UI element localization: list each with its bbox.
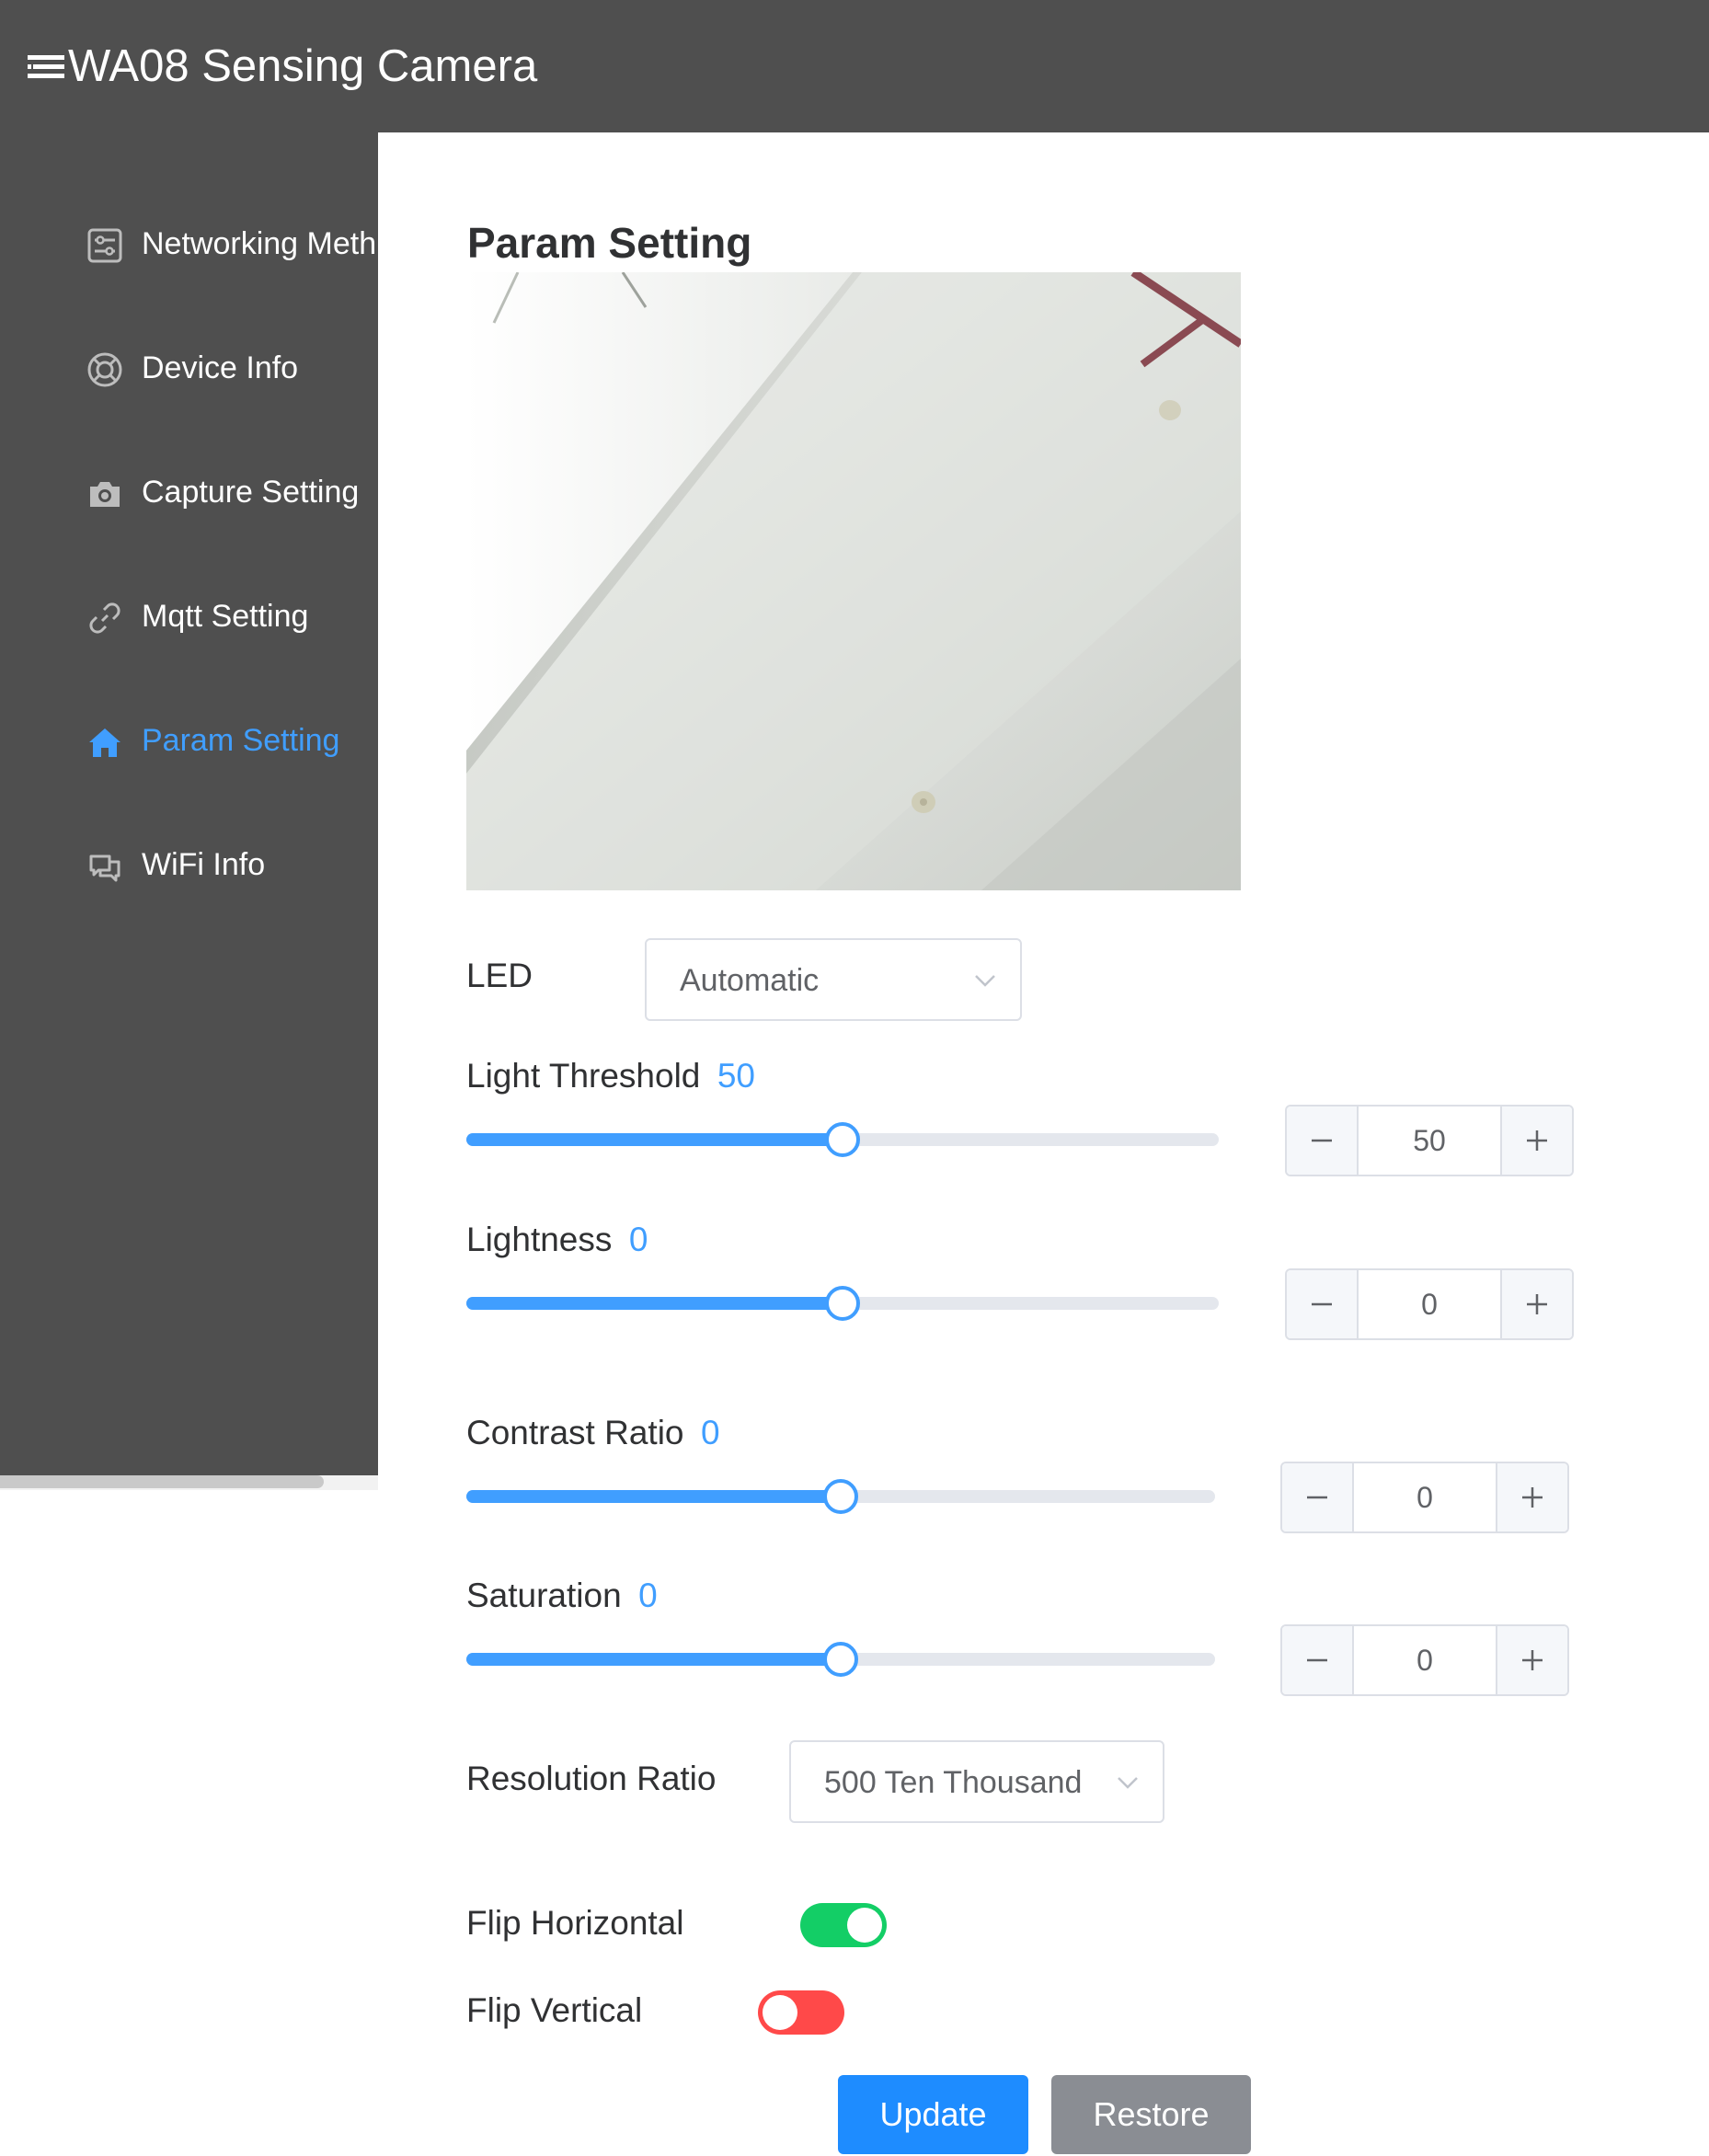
update-button[interactable]: Update	[838, 2075, 1028, 2154]
page-title: Param Setting	[467, 219, 752, 267]
plus-icon	[1527, 1130, 1547, 1151]
camera-icon	[90, 482, 120, 507]
decrement-button[interactable]	[1282, 1626, 1354, 1694]
increment-button[interactable]	[1496, 1626, 1567, 1694]
contrast-ratio-value: 0	[700, 1414, 720, 1451]
contrast-ratio-stepper[interactable]	[1280, 1462, 1569, 1533]
plus-icon	[1527, 1294, 1547, 1314]
settings-panel-icon	[87, 228, 122, 263]
light-threshold-slider-thumb[interactable]	[825, 1122, 860, 1157]
hamburger-menu-icon[interactable]	[28, 53, 64, 81]
contrast-ratio-input[interactable]	[1354, 1463, 1496, 1531]
sidebar-item-capture-setting[interactable]: Capture Setting	[0, 445, 378, 537]
sidebar-item-label: Networking Meth	[142, 226, 377, 261]
lightness-stepper[interactable]	[1285, 1268, 1574, 1340]
led-label: LED	[466, 957, 533, 994]
increment-button[interactable]	[1500, 1270, 1572, 1338]
sidebar-item-label: WiFi Info	[142, 847, 266, 882]
increment-button[interactable]	[1500, 1107, 1572, 1175]
switch-knob	[763, 1995, 797, 2030]
flip-horizontal-label: Flip Horizontal	[466, 1904, 684, 1942]
chat-bubbles-icon	[89, 854, 120, 882]
light-threshold-label-row: Light Threshold 50	[466, 1054, 755, 1098]
decrement-button[interactable]	[1287, 1107, 1359, 1175]
resolution-ratio-label: Resolution Ratio	[466, 1760, 717, 1797]
sidebar-item-param-setting[interactable]: Param Setting	[0, 694, 378, 786]
light-threshold-value: 50	[717, 1057, 755, 1095]
slider-fill	[466, 1653, 841, 1666]
minus-icon	[1307, 1496, 1327, 1499]
slider-fill	[466, 1133, 843, 1146]
contrast-ratio-label: Contrast Ratio	[466, 1414, 684, 1451]
sidebar-scrollbar-thumb[interactable]	[0, 1475, 324, 1488]
led-mode-value: Automatic	[680, 963, 820, 998]
saturation-slider-thumb[interactable]	[823, 1642, 858, 1677]
chevron-down-icon	[1118, 1777, 1138, 1789]
flip-horizontal-switch[interactable]	[800, 1903, 887, 1947]
saturation-label-row: Saturation 0	[466, 1574, 658, 1618]
sidebar-item-label: Capture Setting	[142, 475, 360, 510]
saturation-input[interactable]	[1354, 1626, 1496, 1694]
sidebar-item-label: Param Setting	[142, 723, 340, 758]
light-threshold-stepper[interactable]	[1285, 1105, 1574, 1176]
lightness-slider-thumb[interactable]	[825, 1286, 860, 1321]
resolution-ratio-select[interactable]: 500 Ten Thousand	[789, 1740, 1164, 1823]
contrast-ratio-label-row: Contrast Ratio 0	[466, 1411, 720, 1455]
plus-icon	[1522, 1650, 1543, 1670]
lightness-value: 0	[628, 1221, 648, 1258]
sidebar-item-label: Mqtt Setting	[142, 599, 309, 634]
chevron-down-icon	[975, 975, 995, 987]
contrast-ratio-slider-thumb[interactable]	[823, 1479, 858, 1514]
saturation-stepper[interactable]	[1280, 1624, 1569, 1696]
lifebuoy-icon	[87, 352, 122, 387]
minus-icon	[1307, 1658, 1327, 1662]
decrement-button[interactable]	[1282, 1463, 1354, 1531]
led-mode-select[interactable]: Automatic	[645, 938, 1022, 1021]
lightness-label-row: Lightness 0	[466, 1218, 648, 1262]
sidebar-item-device-info[interactable]: Device Info	[0, 321, 378, 413]
home-icon	[89, 728, 120, 757]
switch-knob	[847, 1908, 882, 1943]
minus-icon	[1312, 1302, 1332, 1306]
flip-vertical-label: Flip Vertical	[466, 1991, 643, 2029]
saturation-label: Saturation	[466, 1577, 622, 1614]
sidebar-item-wifi-info[interactable]: WiFi Info	[0, 818, 378, 910]
app-title: WA08 Sensing Camera	[68, 41, 538, 91]
slider-fill	[466, 1297, 843, 1310]
sidebar-item-label: Device Info	[142, 350, 299, 385]
sidebar-item-networking[interactable]: Networking Meth	[0, 197, 378, 289]
plus-icon	[1522, 1487, 1543, 1508]
increment-button[interactable]	[1496, 1463, 1567, 1531]
resolution-ratio-value: 500 Ten Thousand	[824, 1765, 1083, 1800]
lightness-label: Lightness	[466, 1221, 613, 1258]
saturation-value: 0	[638, 1577, 658, 1614]
light-threshold-input[interactable]	[1359, 1107, 1500, 1175]
minus-icon	[1312, 1139, 1332, 1142]
decrement-button[interactable]	[1287, 1270, 1359, 1338]
lightness-input[interactable]	[1359, 1270, 1500, 1338]
link-icon	[89, 602, 120, 634]
camera-preview-image	[466, 272, 1241, 890]
sidebar-item-mqtt-setting[interactable]: Mqtt Setting	[0, 569, 378, 661]
flip-vertical-switch[interactable]	[758, 1990, 844, 2035]
light-threshold-label: Light Threshold	[466, 1057, 701, 1095]
slider-fill	[466, 1490, 841, 1503]
restore-button[interactable]: Restore	[1051, 2075, 1251, 2154]
